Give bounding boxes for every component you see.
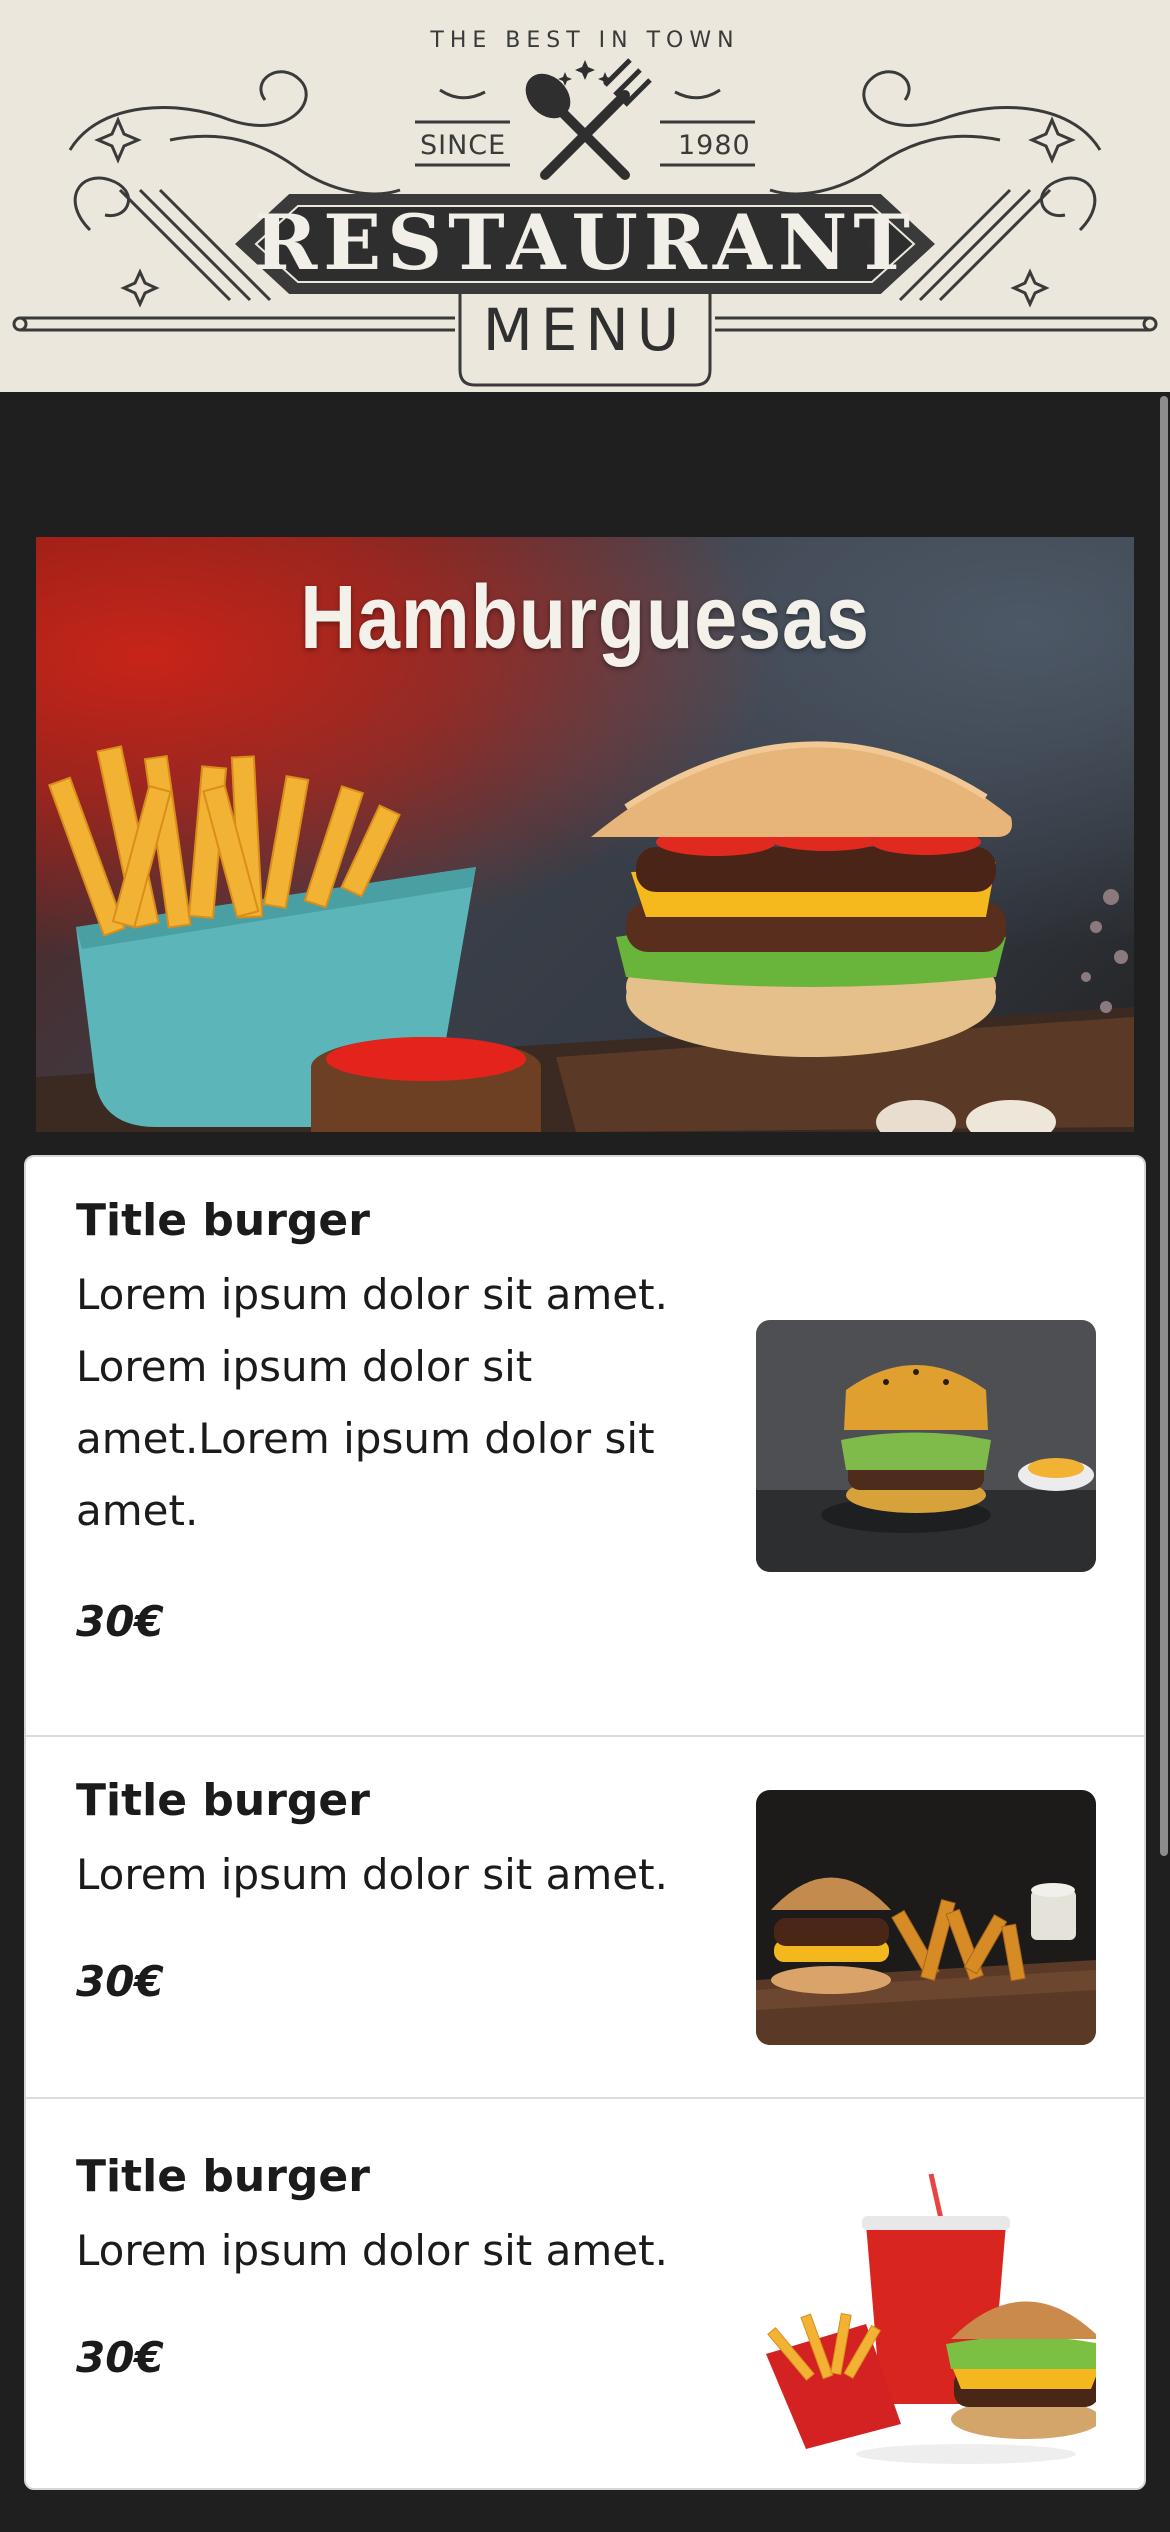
banner-title: Hamburguesas <box>300 568 870 668</box>
restaurant-title: RESTAURANT <box>254 198 916 287</box>
item-price: 30€ <box>76 1597 164 1646</box>
item-description: Lorem ipsum dolor sit amet. <box>76 2226 668 2275</box>
since-label: SINCE <box>420 130 507 161</box>
combo-meal-photo-icon <box>756 2164 1096 2464</box>
page-scrollbar[interactable] <box>1156 392 1170 2532</box>
menu-item[interactable]: Title burger Lorem ipsum dolor sit amet.… <box>26 1157 1144 1737</box>
menu-items-card: Title burger Lorem ipsum dolor sit amet.… <box>24 1155 1146 2490</box>
since-year: 1980 <box>678 130 751 161</box>
item-price: 30€ <box>76 2333 164 2382</box>
item-title: Title burger <box>76 2151 370 2202</box>
category-banner: Hamburguesas <box>36 537 1134 1132</box>
restaurant-menu-header: THE BEST IN TOWN SINCE 1980 RESTAURANT M… <box>0 0 1170 392</box>
item-description: Lorem ipsum dolor sit amet. <box>76 1850 668 1899</box>
menu-item[interactable]: Title burger Lorem ipsum dolor sit amet.… <box>26 2099 1144 2488</box>
menu-item[interactable]: Title burger Lorem ipsum dolor sit amet.… <box>26 1737 1144 2099</box>
menu-title: MENU <box>482 296 688 364</box>
burger-fries-photo-icon <box>756 1790 1096 2045</box>
item-title: Title burger <box>76 1195 370 1246</box>
item-price: 30€ <box>76 1957 164 2006</box>
header-tagline: THE BEST IN TOWN <box>430 28 740 53</box>
item-title: Title burger <box>76 1775 370 1826</box>
burger-photo-icon <box>756 1320 1096 1572</box>
item-photo[interactable] <box>756 1790 1096 2045</box>
item-photo[interactable] <box>756 1320 1096 1572</box>
item-description: Lorem ipsum dolor sit amet. Lorem ipsum … <box>76 1270 668 1535</box>
scrollbar-thumb[interactable] <box>1160 396 1168 1856</box>
item-photo[interactable] <box>756 2164 1096 2464</box>
